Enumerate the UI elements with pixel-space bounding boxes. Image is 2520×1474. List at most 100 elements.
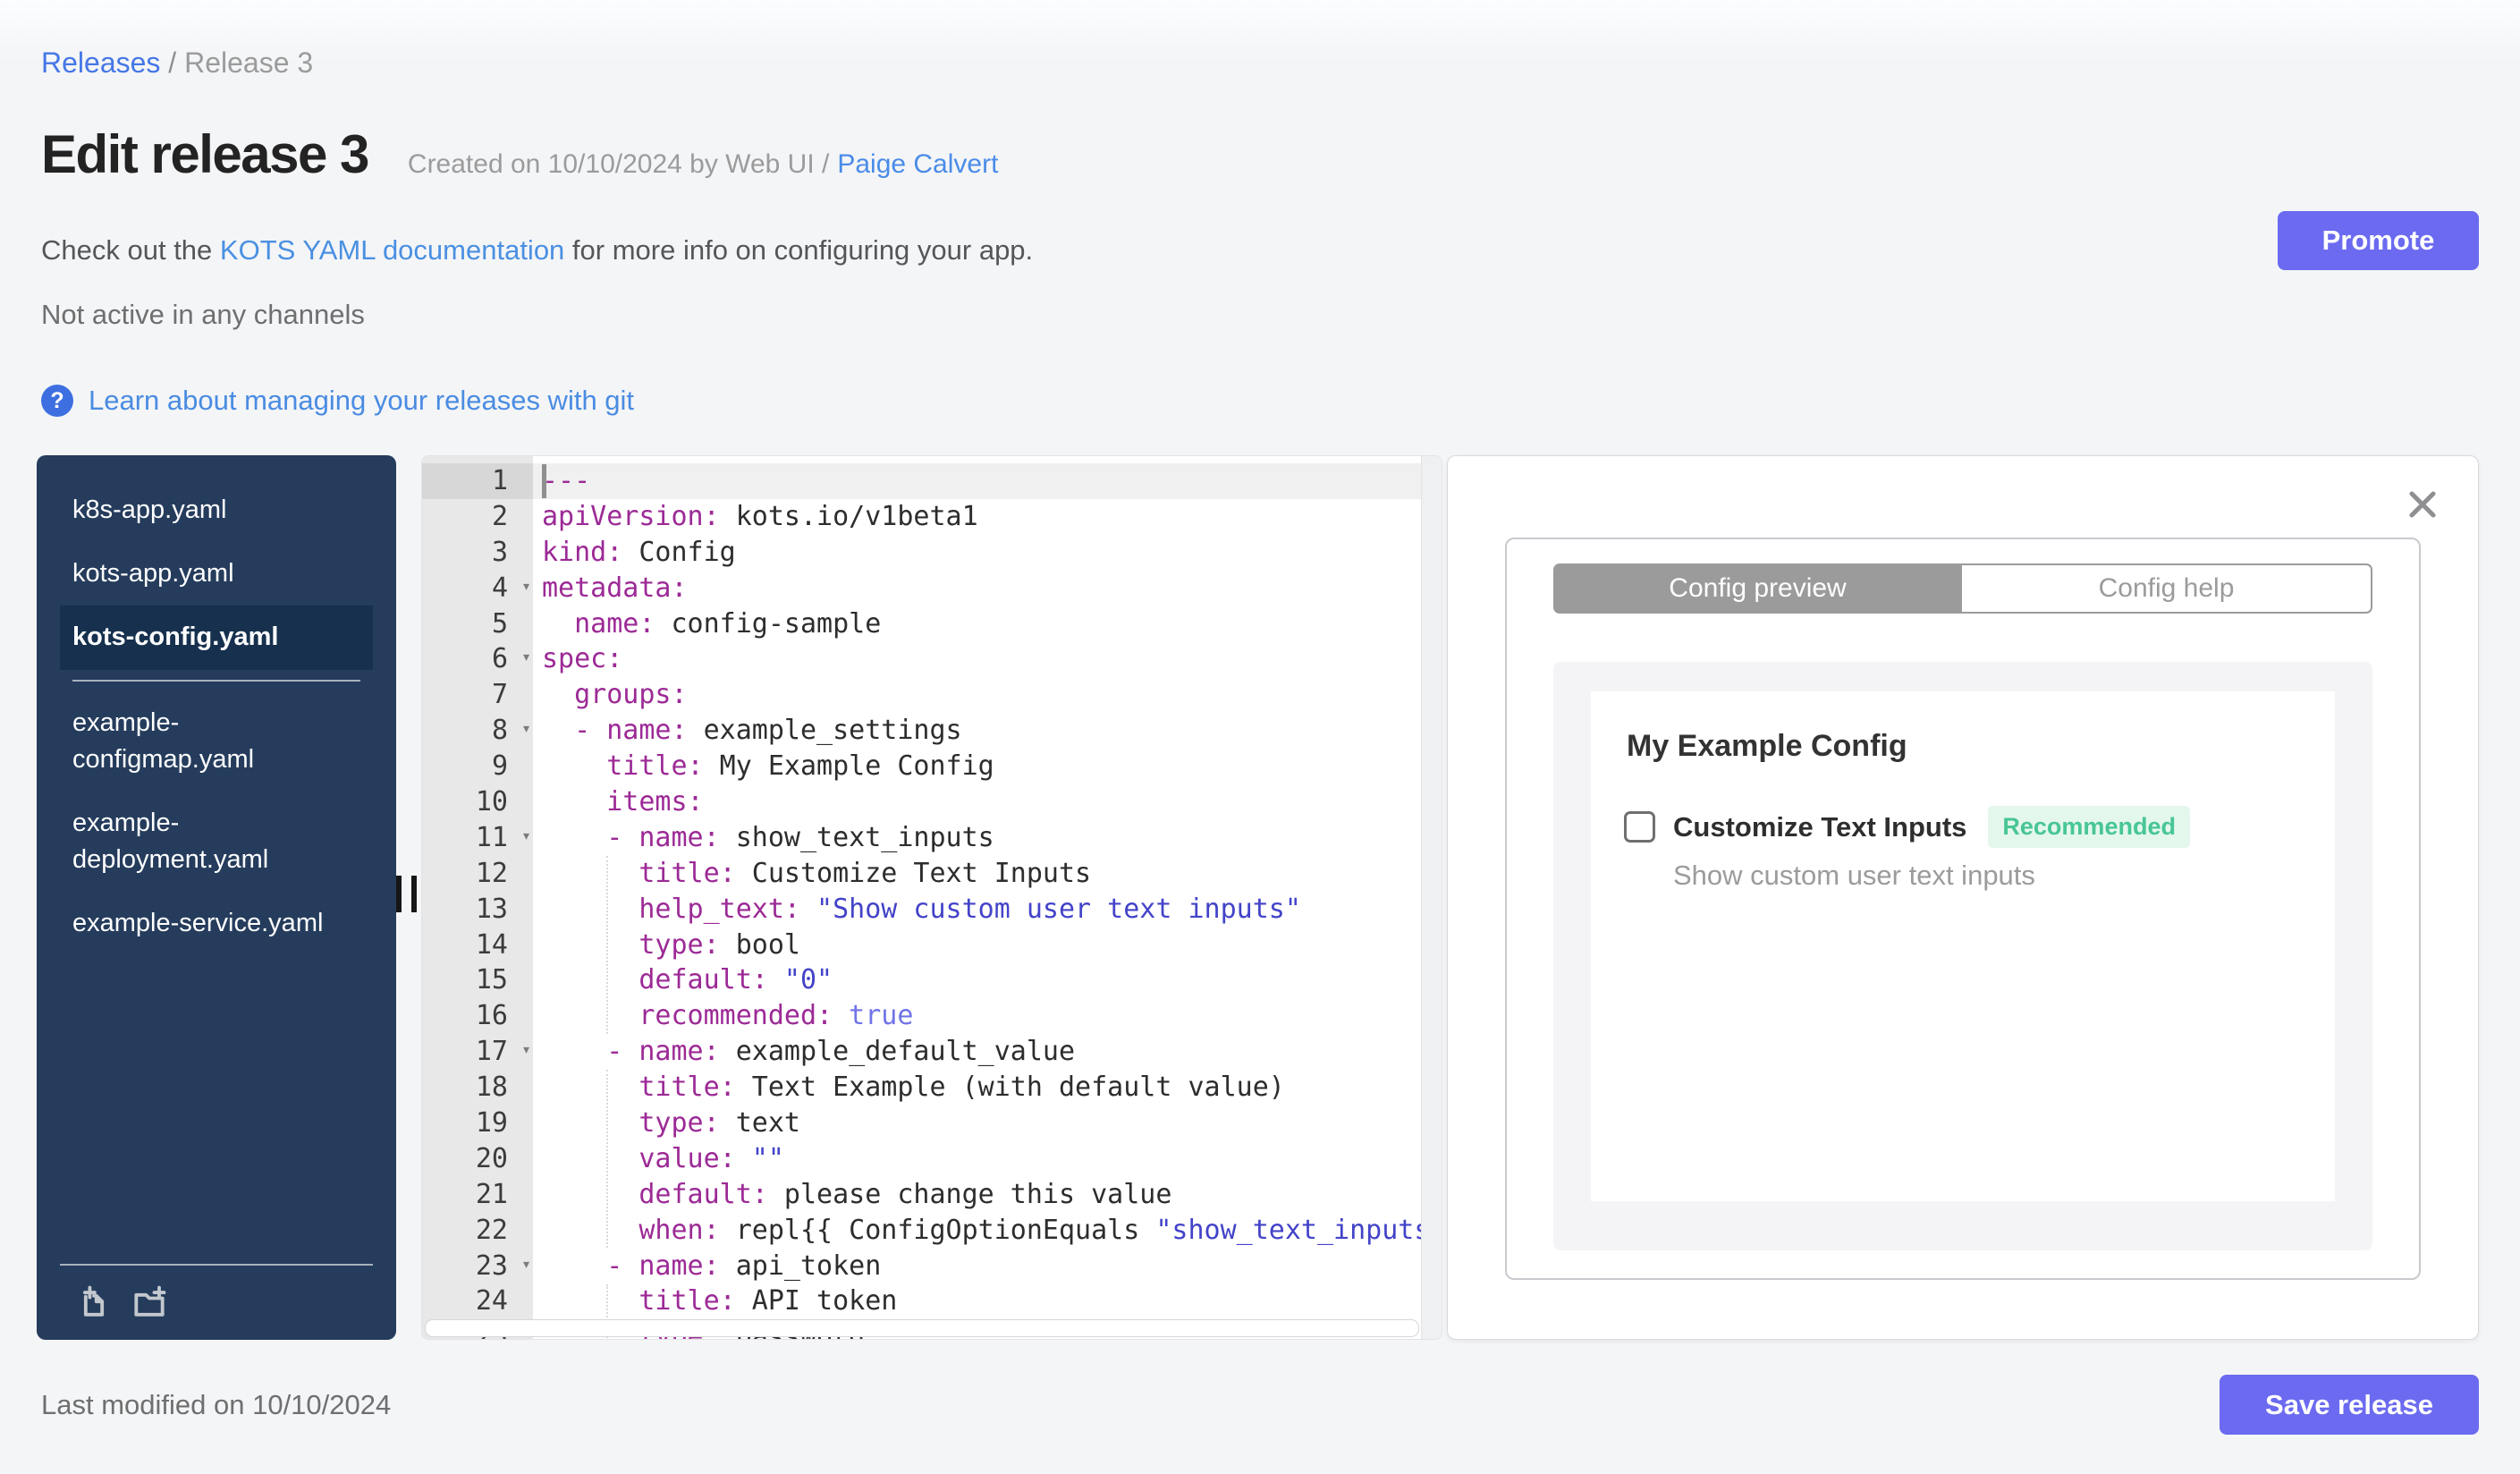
indent-guide — [606, 1070, 608, 1248]
gutter-line-number: 14 — [475, 928, 508, 961]
docs-prefix: Check out the — [41, 234, 220, 266]
gutter-line-number: 22 — [475, 1214, 508, 1246]
config-preview-panel: Config preview Config help My Example Con… — [1447, 455, 2479, 1340]
editor-code[interactable]: --- apiVersion: kots.io/v1beta1 kind: Conf… — [533, 456, 1442, 1339]
gutter-line-number: 3 — [491, 536, 508, 568]
file-list: k8s-app.yaml kots-app.yaml kots-config.yam… — [37, 455, 396, 955]
file-item-example-configmap.yaml[interactable]: example-configmap.yaml — [60, 691, 373, 792]
file-item-kots-config.yaml[interactable]: kots-config.yaml — [60, 606, 373, 670]
code-line: default: please change this value — [638, 1178, 1172, 1210]
code-line: name: config-sample — [574, 607, 882, 640]
code-line: apiVersion: kots.io/v1beta1 — [542, 500, 978, 532]
title-row: Edit release 3 Created on 10/10/2024 by … — [41, 123, 998, 185]
gutter-line-number: 9 — [491, 750, 508, 783]
code-line: default: "0" — [638, 964, 833, 996]
tab-config-preview[interactable]: Config preview — [1553, 563, 1962, 614]
gutter-line-number: 1 — [422, 463, 533, 499]
gutter-line-number: 5 — [491, 607, 508, 640]
gutter-line-number: 4 ▾ — [422, 571, 533, 606]
code-line: - name: show_text_inputs — [606, 821, 994, 853]
file-tree-actions — [60, 1264, 373, 1340]
gutter-line-number: 15 — [475, 964, 508, 996]
customize-text-inputs-checkbox[interactable] — [1624, 811, 1655, 843]
code-line: type: bool — [638, 928, 800, 961]
file-item-k8s-app.yaml[interactable]: k8s-app.yaml — [60, 479, 373, 542]
git-help-link[interactable]: ? Learn about managing your releases wit… — [41, 385, 634, 417]
breadcrumb-current: Release 3 — [184, 47, 314, 79]
file-item-kots-app.yaml[interactable]: kots-app.yaml — [60, 542, 373, 606]
gutter-line-number: 11 ▾ — [422, 820, 533, 856]
tab-config-help[interactable]: Config help — [1962, 563, 2372, 614]
file-list-divider — [72, 679, 360, 682]
yaml-editor[interactable]: 1 2 3 4 ▾ 5 6 ▾ 7 8 ▾ 9 10 11 ▾ 12 13 14 15 16 17 ▾ 18 19 20 21 22… — [421, 455, 1442, 1340]
code-line: title: Text Example (with default value) — [638, 1072, 1285, 1104]
config-item-help-text: Show custom user text inputs — [1673, 860, 2035, 891]
kots-yaml-docs-link[interactable]: KOTS YAML documentation — [220, 234, 564, 266]
code-line: help_text: "Show custom user text inputs… — [638, 893, 1301, 925]
editor-vertical-scrollbar[interactable] — [1421, 456, 1442, 1339]
save-release-button[interactable]: Save release — [2220, 1375, 2479, 1435]
channel-status: Not active in any channels — [41, 299, 365, 330]
gutter-line-number: 16 — [475, 1000, 508, 1032]
add-folder-icon[interactable] — [130, 1283, 169, 1323]
config-item-label: Customize Text Inputs — [1673, 810, 1967, 843]
gutter-line-number: 20 — [475, 1142, 508, 1174]
docs-line: Check out the KOTS YAML documentation fo… — [41, 234, 1033, 267]
editor-horizontal-scrollbar[interactable] — [425, 1319, 1419, 1337]
editor-gutter-rows: 1 2 3 4 ▾ 5 6 ▾ 7 8 ▾ 9 10 11 ▾ 12 13 14 15 16 17 ▾ 18 19 20 21 22… — [422, 456, 533, 1339]
gutter-line-number: 2 — [491, 500, 508, 532]
gutter-line-number: 24 — [475, 1285, 508, 1317]
code-line: groups: — [574, 679, 688, 711]
docs-suffix: for more info on configuring your app. — [564, 234, 1034, 266]
gutter-line-number: 7 — [491, 679, 508, 711]
code-line: recommended: true — [638, 1000, 914, 1032]
config-group-title: My Example Config — [1627, 729, 1907, 763]
code-line: items: — [606, 786, 704, 818]
config-preview-card: My Example Config Customize Text Inputs … — [1591, 691, 2335, 1201]
recommended-badge: Recommended — [1988, 806, 2190, 848]
last-modified-text: Last modified on 10/10/2024 — [41, 1389, 392, 1420]
fold-arrow-icon[interactable]: ▾ — [521, 1247, 531, 1283]
file-item-example-deployment.yaml[interactable]: example-deployment.yaml — [60, 792, 373, 892]
gutter-line-number: 10 — [475, 786, 508, 818]
fold-arrow-icon[interactable]: ▾ — [521, 1032, 531, 1068]
fold-arrow-icon[interactable]: ▾ — [521, 711, 531, 747]
gutter-line-number: 8 ▾ — [422, 713, 533, 749]
editor-cursor — [542, 464, 546, 498]
code-line: - name: example_default_value — [606, 1036, 1076, 1068]
code-line: value: "" — [638, 1142, 784, 1174]
code-line: - name: api_token — [606, 1250, 882, 1282]
code-line: title: Customize Text Inputs — [638, 857, 1092, 889]
created-info: Created on 10/10/2024 by Web UI / Paige C… — [408, 149, 999, 180]
promote-button[interactable]: Promote — [2278, 211, 2479, 270]
gutter-line-number: 21 — [475, 1178, 508, 1210]
gutter-line-number: 19 — [475, 1107, 508, 1139]
git-help-label: Learn about managing your releases with … — [89, 385, 635, 416]
file-tree-sidebar: k8s-app.yaml kots-app.yaml kots-config.yam… — [37, 455, 396, 1340]
breadcrumb-releases-link[interactable]: Releases — [41, 47, 160, 79]
gutter-line-number: 13 — [475, 893, 508, 925]
file-item-example-service.yaml[interactable]: example-service.yaml — [60, 892, 373, 955]
sidebar-resize-handle[interactable] — [396, 876, 417, 912]
gutter-line-number: 6 ▾ — [422, 641, 533, 677]
code-line: when: repl{{ ConfigOptionEquals "show_te… — [638, 1214, 1442, 1246]
config-preview-region: My Example Config Customize Text Inputs … — [1553, 662, 2372, 1250]
config-item-row: Customize Text Inputs Recommended — [1624, 806, 2190, 848]
add-file-icon[interactable] — [74, 1283, 114, 1323]
editor-gutter: 1 2 3 4 ▾ 5 6 ▾ 7 8 ▾ 9 10 11 ▾ 12 13 14 15 16 17 ▾ 18 19 20 21 22… — [422, 456, 533, 1339]
fold-arrow-icon[interactable]: ▾ — [521, 640, 531, 675]
breadcrumb-separator: / — [160, 47, 185, 79]
code-line: type: text — [638, 1107, 800, 1139]
gutter-line-number: 17 ▾ — [422, 1034, 533, 1070]
created-text: Created on 10/10/2024 by Web UI / — [407, 149, 830, 179]
code-line: title: API token — [638, 1285, 898, 1317]
author-link[interactable]: Paige Calvert — [837, 149, 998, 179]
release-editor-page: Releases / Release 3 Edit release 3 Crea… — [0, 0, 2520, 1474]
config-card: Config preview Config help My Example Con… — [1505, 538, 2421, 1280]
gutter-line-number: 18 — [475, 1072, 508, 1104]
code-line: title: My Example Config — [606, 750, 994, 783]
close-icon[interactable] — [2406, 488, 2439, 521]
indent-guide — [606, 856, 608, 1034]
fold-arrow-icon[interactable]: ▾ — [521, 818, 531, 854]
fold-arrow-icon[interactable]: ▾ — [521, 569, 531, 605]
